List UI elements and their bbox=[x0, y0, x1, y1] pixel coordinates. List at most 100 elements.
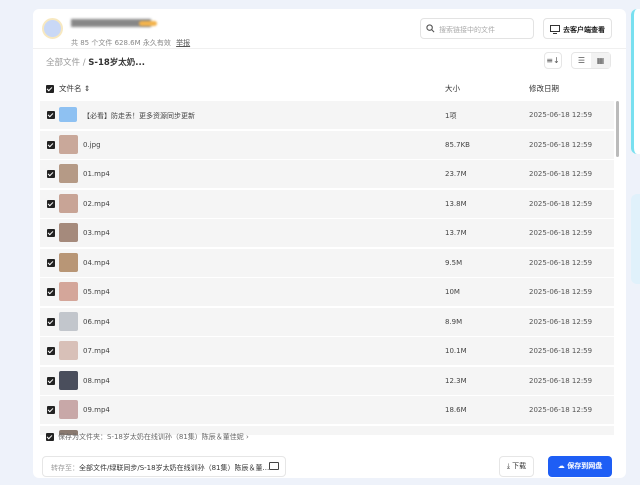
file-name[interactable]: 04.mp4 bbox=[83, 259, 110, 267]
folder-icon bbox=[59, 107, 77, 122]
table-row[interactable]: 0.jpg 85.7KB 2025-06-18 12:59 bbox=[40, 130, 614, 159]
file-name[interactable]: 09.mp4 bbox=[83, 406, 110, 414]
file-name[interactable]: 05.mp4 bbox=[83, 288, 110, 296]
thumbnail bbox=[59, 223, 78, 242]
row-checkbox[interactable] bbox=[47, 229, 55, 237]
breadcrumb-current: S-18岁太奶... bbox=[88, 58, 145, 68]
file-size: 9.5M bbox=[445, 258, 463, 267]
row-checkbox[interactable] bbox=[47, 170, 55, 178]
file-name[interactable]: 0.jpg bbox=[83, 141, 101, 149]
table-row[interactable]: 03.mp4 13.7M 2025-06-18 12:59 bbox=[40, 219, 614, 247]
share-card: 共 85 个文件 628.6M 永久有效 举报 搜索链接中的文件 去客户端查看 … bbox=[33, 9, 626, 478]
monitor-icon bbox=[550, 25, 560, 34]
table-row[interactable]: 【必看】防走丢！更多资源同步更新 1项 2025-06-18 12:59 bbox=[40, 101, 614, 129]
save-as-folder-option[interactable]: 保存为文件夹：S-18岁太奶在线训孙（81集）陈辰＆董佳妮 › bbox=[46, 432, 249, 442]
dest-path: 全部文件/绿联同步/S-18岁太奶在线训孙（81集）陈辰＆董... bbox=[79, 464, 270, 472]
sort-button[interactable]: ≡↓ bbox=[544, 52, 562, 69]
file-name[interactable]: 06.mp4 bbox=[83, 318, 110, 326]
view-toggle: ☰ ▦ bbox=[571, 52, 611, 69]
report-link[interactable]: 举报 bbox=[176, 39, 190, 47]
file-size: 13.8M bbox=[445, 199, 467, 208]
table-row[interactable]: 02.mp4 13.8M 2025-06-18 12:59 bbox=[40, 189, 614, 218]
file-size: 23.7M bbox=[445, 170, 467, 178]
file-size: 13.7M bbox=[445, 229, 467, 237]
row-checkbox[interactable] bbox=[47, 140, 55, 149]
thumbnail bbox=[59, 370, 78, 390]
file-name[interactable]: 03.mp4 bbox=[83, 229, 110, 237]
file-size: 1项 bbox=[445, 112, 457, 120]
file-size: 10M bbox=[445, 288, 460, 296]
file-size: 10.1M bbox=[445, 347, 467, 355]
download-icon: ⤓ bbox=[506, 462, 510, 470]
thumbnail bbox=[59, 400, 78, 419]
row-checkbox[interactable] bbox=[47, 111, 55, 119]
file-size: 18.6M bbox=[445, 406, 467, 414]
file-date: 2025-06-18 12:59 bbox=[529, 406, 593, 414]
row-checkbox[interactable] bbox=[47, 317, 55, 326]
thumbnail bbox=[59, 252, 78, 272]
table-row[interactable]: 09.mp4 18.6M 2025-06-18 12:59 bbox=[40, 396, 614, 424]
grid-view-icon[interactable]: ▦ bbox=[591, 53, 610, 68]
file-date: 2025-06-18 12:59 bbox=[529, 258, 593, 267]
file-name[interactable]: 02.mp4 bbox=[83, 200, 110, 208]
scrollbar[interactable] bbox=[616, 101, 619, 157]
file-name[interactable]: 01.mp4 bbox=[83, 170, 110, 178]
table-row[interactable]: 05.mp4 10M 2025-06-18 12:59 bbox=[40, 278, 614, 306]
side-panel bbox=[631, 9, 640, 154]
breadcrumb: 全部文件 / S-18岁太奶... bbox=[46, 56, 145, 68]
table-row[interactable]: 06.mp4 8.9M 2025-06-18 12:59 bbox=[40, 307, 614, 336]
search-placeholder: 搜索链接中的文件 bbox=[439, 26, 495, 34]
download-label: 下载 bbox=[512, 462, 527, 470]
row-checkbox[interactable] bbox=[47, 376, 55, 385]
breadcrumb-sep: / bbox=[82, 58, 86, 68]
col-size-header: 大小 bbox=[445, 84, 460, 93]
row-checkbox[interactable] bbox=[47, 406, 55, 414]
search-input[interactable]: 搜索链接中的文件 bbox=[420, 18, 534, 39]
table-row[interactable]: 01.mp4 23.7M 2025-06-18 12:59 bbox=[40, 160, 614, 188]
file-date: 2025-06-18 12:59 bbox=[529, 170, 593, 178]
file-date: 2025-06-18 12:59 bbox=[529, 111, 593, 119]
vip-badge bbox=[139, 21, 157, 26]
save-as-folder-checkbox[interactable] bbox=[46, 433, 54, 441]
thumbnail bbox=[59, 164, 78, 183]
file-name[interactable]: 【必看】防走丢！更多资源同步更新 bbox=[83, 111, 195, 121]
row-checkbox[interactable] bbox=[47, 258, 55, 267]
file-name[interactable]: 07.mp4 bbox=[83, 347, 110, 355]
meta-text: 共 85 个文件 628.6M 永久有效 bbox=[71, 39, 171, 47]
file-date: 2025-06-18 12:59 bbox=[529, 376, 593, 385]
table-row[interactable]: 07.mp4 10.1M 2025-06-18 12:59 bbox=[40, 337, 614, 365]
share-meta: 共 85 个文件 628.6M 永久有效 举报 bbox=[71, 38, 190, 48]
file-date: 2025-06-18 12:59 bbox=[529, 229, 593, 237]
list-view-icon[interactable]: ☰ bbox=[572, 53, 591, 68]
folder-icon[interactable] bbox=[269, 462, 279, 470]
table-row[interactable]: 04.mp4 9.5M 2025-06-18 12:59 bbox=[40, 248, 614, 277]
file-size: 85.7KB bbox=[445, 140, 470, 149]
row-checkbox[interactable] bbox=[47, 288, 55, 296]
col-date-header: 修改日期 bbox=[529, 84, 559, 93]
file-size: 12.3M bbox=[445, 376, 467, 385]
client-button-label: 去客户端查看 bbox=[563, 26, 605, 34]
save-as-folder-label: 保存为文件夹：S-18岁太奶在线训孙（81集）陈辰＆董佳妮 › bbox=[58, 433, 249, 441]
open-client-button[interactable]: 去客户端查看 bbox=[543, 18, 612, 39]
divider bbox=[33, 48, 626, 49]
table-row[interactable]: 08.mp4 12.3M 2025-06-18 12:59 bbox=[40, 366, 614, 395]
file-name[interactable]: 08.mp4 bbox=[83, 377, 110, 385]
file-list: 【必看】防走丢！更多资源同步更新 1项 2025-06-18 12:59 0.j… bbox=[40, 101, 614, 435]
file-date: 2025-06-18 12:59 bbox=[529, 317, 593, 326]
col-name-header[interactable]: 文件名 ⇕ bbox=[59, 84, 90, 93]
file-date: 2025-06-18 12:59 bbox=[529, 140, 593, 149]
sort-icon: ≡↓ bbox=[546, 56, 560, 65]
file-date: 2025-06-18 12:59 bbox=[529, 347, 593, 355]
side-panel-2 bbox=[631, 194, 640, 284]
select-all-checkbox[interactable] bbox=[46, 85, 54, 93]
row-checkbox[interactable] bbox=[47, 347, 55, 355]
file-size: 8.9M bbox=[445, 317, 463, 326]
file-date: 2025-06-18 12:59 bbox=[529, 199, 593, 208]
save-to-cloud-button[interactable]: ☁ 保存到网盘 bbox=[548, 456, 612, 477]
download-button[interactable]: ⤓ 下载 bbox=[499, 456, 534, 477]
dest-label: 转存至： bbox=[51, 464, 79, 472]
destination-selector[interactable]: 转存至：全部文件/绿联同步/S-18岁太奶在线训孙（81集）陈辰＆董... bbox=[42, 456, 286, 477]
row-checkbox[interactable] bbox=[47, 199, 55, 208]
thumbnail bbox=[59, 134, 78, 154]
breadcrumb-root[interactable]: 全部文件 bbox=[46, 58, 80, 68]
